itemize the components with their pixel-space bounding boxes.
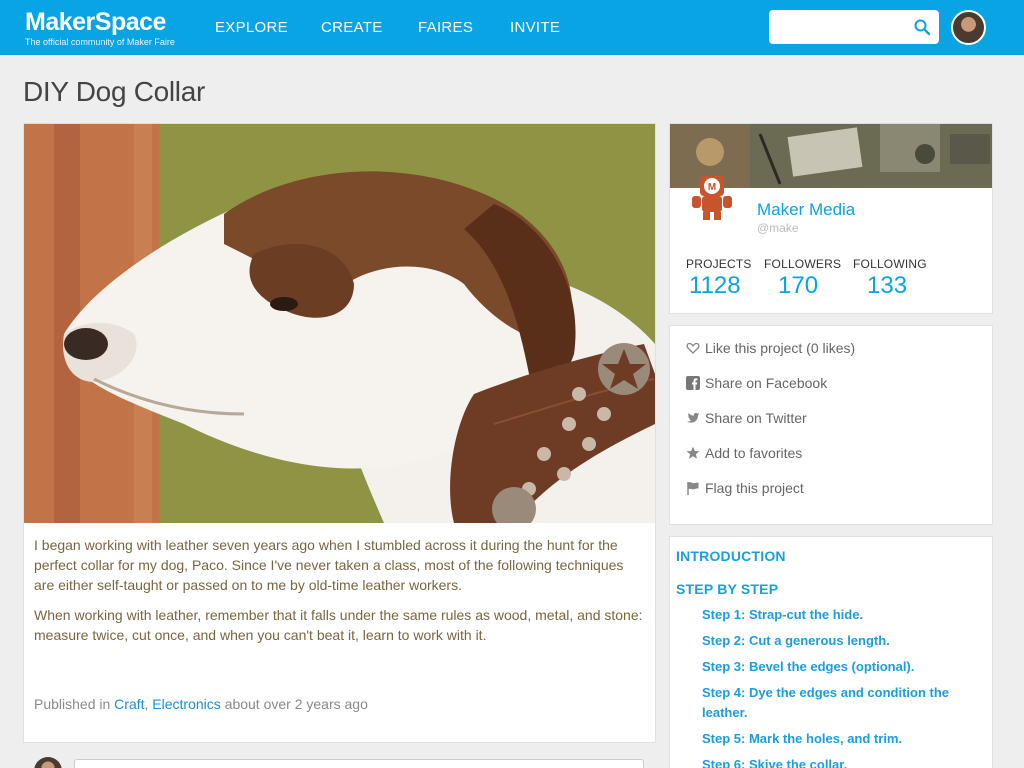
stat-label: PROJECTS: [686, 257, 752, 271]
action-label: Like this project (0 likes): [705, 340, 856, 356]
nav-create[interactable]: CREATE: [321, 19, 383, 36]
category-link-craft[interactable]: Craft: [114, 696, 144, 712]
makey-robot-icon[interactable]: M: [686, 170, 738, 222]
published-time: about over 2 years ago: [224, 696, 368, 712]
flag-project-button[interactable]: Flag this project: [686, 480, 804, 500]
brand-logo[interactable]: MakerSpace The official community of Mak…: [25, 8, 175, 47]
stat-label: FOLLOWING: [853, 257, 927, 271]
toc-step-by-step-link[interactable]: STEP BY STEP: [676, 581, 778, 597]
category-link-electronics[interactable]: Electronics: [152, 696, 220, 712]
author-card: M Maker Media @make PROJECTS 1128 FOLLOW…: [669, 123, 993, 314]
search-box: [769, 10, 939, 44]
nav-explore[interactable]: EXPLORE: [215, 19, 288, 36]
stat-following[interactable]: FOLLOWING 133: [853, 257, 927, 300]
action-label: Flag this project: [705, 480, 804, 496]
table-of-contents: INTRODUCTION STEP BY STEP Step 1: Strap-…: [669, 536, 993, 768]
search-input[interactable]: [777, 12, 915, 42]
brand-tagline: The official community of Maker Faire: [25, 37, 175, 47]
stat-projects[interactable]: PROJECTS 1128: [686, 257, 752, 300]
toc-step-link[interactable]: Step 6: Skive the collar.: [702, 755, 972, 768]
avatar: [34, 757, 62, 768]
toc-step-link[interactable]: Step 1: Strap-cut the hide.: [702, 605, 972, 625]
like-project-button[interactable]: Like this project (0 likes): [686, 340, 855, 360]
user-avatar[interactable]: [951, 10, 986, 45]
author-name[interactable]: Maker Media: [757, 200, 855, 220]
add-favorite-button[interactable]: Add to favorites: [686, 445, 802, 465]
toc-step-link[interactable]: Step 2: Cut a generous length.: [702, 631, 972, 651]
stat-value: 1128: [689, 272, 741, 299]
facebook-icon: [686, 376, 700, 390]
nav-faires[interactable]: FAIRES: [418, 19, 473, 36]
comment-row: [34, 755, 644, 768]
share-facebook-button[interactable]: Share on Facebook: [686, 375, 827, 395]
comment-input[interactable]: [74, 759, 644, 768]
toc-step-link[interactable]: Step 5: Mark the holes, and trim.: [702, 729, 972, 749]
toc-step-link[interactable]: Step 3: Bevel the edges (optional).: [702, 657, 972, 677]
project-actions-card: Like this project (0 likes) Share on Fac…: [669, 325, 993, 525]
published-prefix: Published in: [34, 696, 111, 712]
author-handle: @make: [757, 221, 799, 235]
page-title: DIY Dog Collar: [23, 76, 206, 107]
toc-step-link[interactable]: Step 4: Dye the edges and condition the …: [702, 683, 972, 723]
heart-icon: [686, 341, 700, 355]
toc-introduction-link[interactable]: INTRODUCTION: [676, 548, 786, 564]
brand-name: MakerSpace: [25, 8, 166, 36]
top-navbar: MakerSpace The official community of Mak…: [0, 0, 1024, 55]
search-icon[interactable]: [913, 18, 931, 36]
stat-label: FOLLOWERS: [764, 257, 842, 271]
published-info: Published in Craft, Electronics about ov…: [34, 696, 368, 712]
action-label: Share on Facebook: [705, 375, 828, 391]
stat-followers[interactable]: FOLLOWERS 170: [764, 257, 841, 300]
project-description: I began working with leather seven years…: [34, 535, 644, 655]
nav-invite[interactable]: INVITE: [510, 19, 560, 36]
action-label: Add to favorites: [705, 445, 803, 461]
svg-text:M: M: [708, 182, 716, 193]
project-card: I began working with leather seven years…: [23, 123, 656, 768]
twitter-icon: [686, 411, 700, 425]
stat-value: 170: [778, 272, 819, 299]
description-paragraph: When working with leather, remember that…: [34, 607, 643, 643]
project-hero-image: [24, 124, 655, 523]
star-icon: [686, 446, 700, 460]
flag-icon: [686, 481, 700, 495]
action-label: Share on Twitter: [705, 410, 807, 426]
stat-value: 133: [867, 272, 908, 299]
share-twitter-button[interactable]: Share on Twitter: [686, 410, 807, 430]
description-paragraph: I began working with leather seven years…: [34, 537, 624, 593]
